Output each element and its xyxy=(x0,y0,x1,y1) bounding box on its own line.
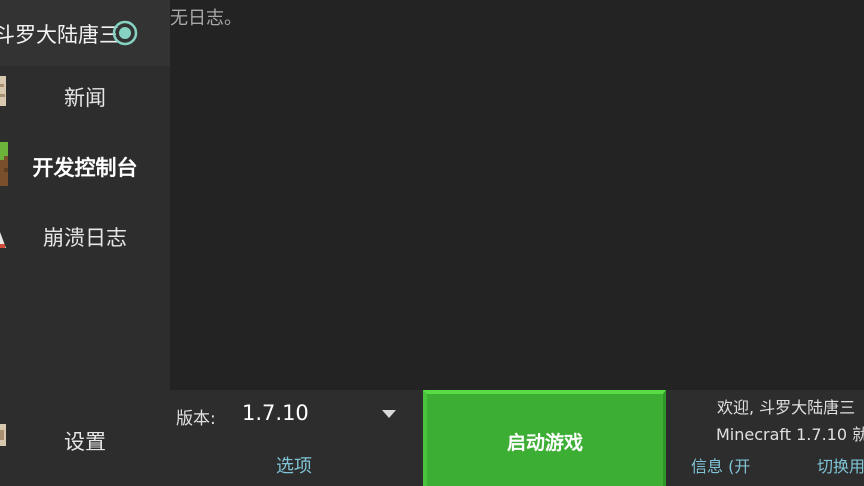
launcher-window: 斗罗大陆唐三 新闻 开发控制台 崩溃日志 设置 无日志。 版本: 1.7.10 … xyxy=(0,0,864,486)
sidebar-item-crash[interactable]: 崩溃日志 xyxy=(0,202,170,266)
options-link[interactable]: 选项 xyxy=(276,452,312,478)
sidebar-item-label: 开发控制台 xyxy=(32,156,138,180)
version-value[interactable]: 1.7.10 xyxy=(242,401,309,425)
switch-account-link[interactable]: 切换用 xyxy=(817,453,864,477)
sidebar-item-news[interactable]: 新闻 xyxy=(0,62,170,126)
account-name: 斗罗大陆唐三 xyxy=(0,23,120,47)
bottom-bar: 版本: 1.7.10 选项 启动游戏 欢迎, 斗罗大陆唐三 Minecraft … xyxy=(170,390,864,486)
ready-status-text: Minecraft 1.7.10 就绪 xyxy=(716,425,864,444)
welcome-text: 欢迎, 斗罗大陆唐三 xyxy=(717,398,856,417)
sidebar-item-label: 设置 xyxy=(64,430,106,454)
sidebar-item-settings[interactable]: 设置 xyxy=(0,406,170,470)
sidebar-item-label: 新闻 xyxy=(64,86,106,110)
chevron-down-icon[interactable] xyxy=(382,410,396,418)
console-log[interactable]: 无日志。 xyxy=(170,0,864,390)
info-link[interactable]: 信息 (开 xyxy=(691,453,750,477)
launch-game-label: 启动游戏 xyxy=(506,432,583,454)
version-label: 版本: xyxy=(176,409,216,429)
status-panel: 欢迎, 斗罗大陆唐三 Minecraft 1.7.10 就绪 信息 (开 切换用 xyxy=(666,390,864,486)
launch-game-button[interactable]: 启动游戏 xyxy=(423,390,666,486)
log-empty-text: 无日志。 xyxy=(170,8,242,29)
sidebar: 斗罗大陆唐三 新闻 开发控制台 崩溃日志 设置 xyxy=(0,0,170,486)
radio-selected-icon[interactable] xyxy=(112,20,138,46)
account-selector[interactable]: 斗罗大陆唐三 xyxy=(0,0,170,66)
sidebar-item-console[interactable]: 开发控制台 xyxy=(0,132,170,196)
sidebar-item-label: 崩溃日志 xyxy=(43,226,127,250)
